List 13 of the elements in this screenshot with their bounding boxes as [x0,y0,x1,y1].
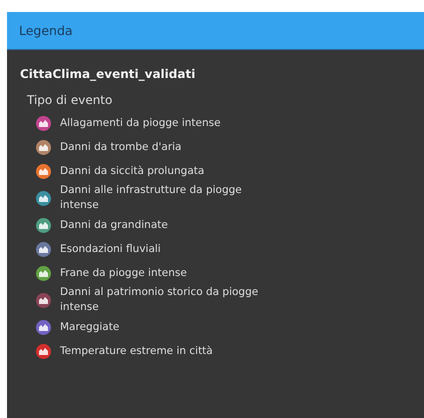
legend-label: Temperature estreme in città [60,344,213,358]
panel-title: Legenda [7,12,424,50]
legend-label: Danni da grandinate [60,218,168,232]
legend-label: Danni alle infrastrutture da piogge intense [60,183,243,213]
layer-name: CittaClima_eventi_validati [19,66,196,81]
legend-label: Mareggiate [60,320,120,334]
field-name: Tipo di evento [26,92,114,109]
legend-label: Allagamenti da piogge intense [60,116,221,130]
legend-label: Danni da trombe d'aria [60,140,182,154]
legend-label: Esondazioni fluviali [60,242,161,256]
legend-label: Frane da piogge intense [60,266,187,280]
legend-label: Danni da siccità prolungata [60,164,204,178]
legend-label: Danni al patrimonio storico da piogge intense [60,285,260,315]
